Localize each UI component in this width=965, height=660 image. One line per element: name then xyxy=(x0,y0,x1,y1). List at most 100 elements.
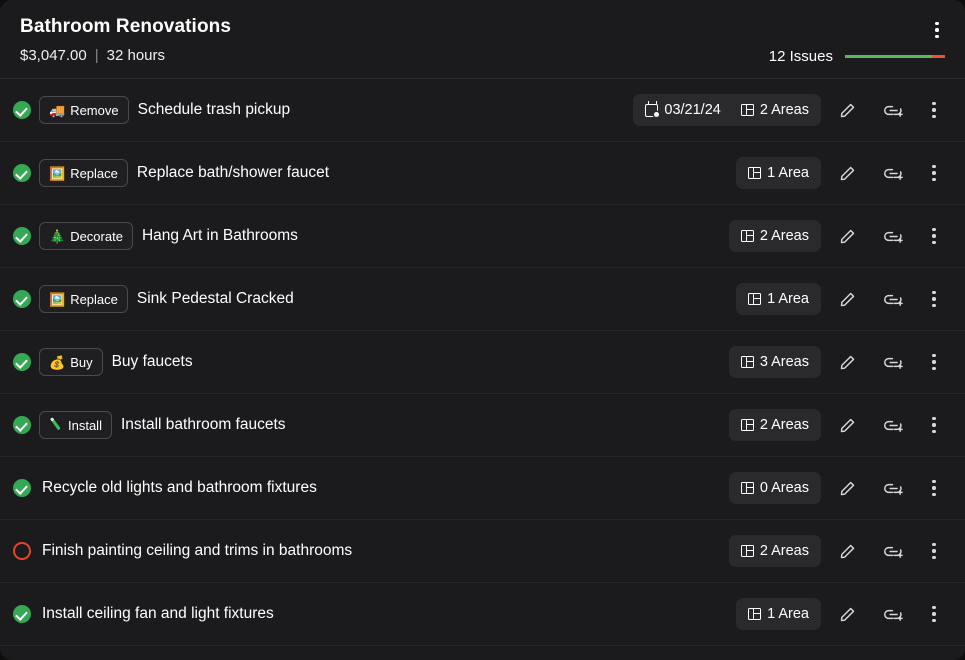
due-date-label: 03/21/24 xyxy=(664,102,721,118)
task-chips: 2 Areas xyxy=(728,535,821,567)
areas-label: 2 Areas xyxy=(759,228,809,244)
progress-open-segment xyxy=(932,54,945,58)
edit-pencil-icon[interactable] xyxy=(830,471,864,505)
task-row[interactable]: 🖼️ Replace Replace bath/shower faucet 1 Are… xyxy=(0,142,965,205)
task-title: Sink Pedestal Cracked xyxy=(136,290,294,307)
task-tag-label: Buy xyxy=(70,354,93,370)
project-summary: $3,047.00 | 32 hours xyxy=(20,46,165,66)
task-title: Schedule trash pickup xyxy=(137,101,291,118)
areas-grid-icon xyxy=(740,481,755,495)
edit-pencil-icon[interactable] xyxy=(830,219,864,253)
areas-grid-icon xyxy=(740,418,755,432)
task-row-actions: 3 Areas xyxy=(728,345,949,379)
task-chips: 0 Areas xyxy=(728,472,821,504)
areas-label: 0 Areas xyxy=(759,480,809,496)
card-menu-icon[interactable] xyxy=(927,18,947,42)
areas-chip[interactable]: 0 Areas xyxy=(731,472,819,504)
add-link-icon[interactable] xyxy=(877,345,911,379)
status-complete-icon[interactable] xyxy=(13,164,31,182)
areas-grid-icon xyxy=(748,292,762,306)
areas-grid-icon xyxy=(740,544,755,558)
add-link-icon[interactable] xyxy=(877,534,911,568)
header-subrow: $3,047.00 | 32 hours 12 Issues xyxy=(20,46,945,66)
edit-pencil-icon[interactable] xyxy=(830,597,864,631)
task-row[interactable]: 🚚 Remove Schedule trash pickup 03/21/24 2 Ar… xyxy=(0,79,965,142)
task-tag[interactable]: 🚚 Remove xyxy=(39,96,129,124)
status-complete-icon[interactable] xyxy=(13,416,31,434)
status-complete-icon[interactable] xyxy=(13,101,31,119)
task-title: Recycle old lights and bathroom fixtures xyxy=(42,479,317,496)
task-tag[interactable]: Install xyxy=(39,411,112,439)
task-row-actions: 1 Area xyxy=(736,156,949,190)
add-link-icon[interactable] xyxy=(877,219,911,253)
task-row-actions: 2 Areas xyxy=(728,534,949,568)
task-menu-icon[interactable] xyxy=(919,282,949,316)
status-complete-icon[interactable] xyxy=(13,353,31,371)
edit-pencil-icon[interactable] xyxy=(830,282,864,316)
task-menu-icon[interactable] xyxy=(919,534,949,568)
areas-chip[interactable]: 2 Areas xyxy=(731,535,819,567)
edit-pencil-icon[interactable] xyxy=(830,345,864,379)
money-bag-emoji: 💰 xyxy=(49,354,66,370)
areas-grid-icon xyxy=(740,229,755,243)
areas-label: 3 Areas xyxy=(759,354,809,370)
areas-chip[interactable]: 1 Area xyxy=(738,283,819,315)
task-tag[interactable]: 🖼️ Replace xyxy=(39,159,128,187)
add-link-icon[interactable] xyxy=(877,597,911,631)
task-row[interactable]: Install Install bathroom faucets 2 Areas xyxy=(0,394,965,457)
task-row[interactable]: Finish painting ceiling and trims in bat… xyxy=(0,520,965,583)
areas-chip[interactable]: 2 Areas xyxy=(731,409,819,441)
status-complete-icon[interactable] xyxy=(13,479,31,497)
add-link-icon[interactable] xyxy=(877,156,911,190)
task-title: Install ceiling fan and light fixtures xyxy=(42,605,274,622)
task-row-actions: 2 Areas xyxy=(728,219,949,253)
card-header: Bathroom Renovations $3,047.00 | 32 hour… xyxy=(0,0,965,79)
edit-pencil-icon[interactable] xyxy=(830,534,864,568)
task-tag-label: Install xyxy=(68,417,102,433)
task-list: 🚚 Remove Schedule trash pickup 03/21/24 2 Ar… xyxy=(0,79,965,660)
task-menu-icon[interactable] xyxy=(919,219,949,253)
delivery-truck-emoji: 🚚 xyxy=(49,102,66,118)
task-menu-icon[interactable] xyxy=(919,156,949,190)
task-menu-icon[interactable] xyxy=(919,471,949,505)
add-link-icon[interactable] xyxy=(877,93,911,127)
task-menu-icon[interactable] xyxy=(919,408,949,442)
task-row[interactable]: Recycle old lights and bathroom fixtures… xyxy=(0,457,965,520)
areas-chip[interactable]: 3 Areas xyxy=(731,346,819,378)
add-link-icon[interactable] xyxy=(877,282,911,316)
edit-pencil-icon[interactable] xyxy=(830,408,864,442)
task-tag[interactable]: 🎄 Decorate xyxy=(39,222,133,250)
task-card: Bathroom Renovations $3,047.00 | 32 hour… xyxy=(0,0,965,660)
areas-grid-icon xyxy=(748,607,762,621)
edit-pencil-icon[interactable] xyxy=(830,156,864,190)
task-tag[interactable]: 💰 Buy xyxy=(39,348,103,376)
task-tag[interactable]: 🖼️ Replace xyxy=(39,285,128,313)
areas-label: 1 Area xyxy=(767,165,809,181)
add-link-icon[interactable] xyxy=(877,408,911,442)
add-link-icon[interactable] xyxy=(877,471,911,505)
framed-picture-emoji: 🖼️ xyxy=(49,165,66,181)
task-menu-icon[interactable] xyxy=(919,597,949,631)
areas-chip[interactable]: 2 Areas xyxy=(731,94,819,126)
status-complete-icon[interactable] xyxy=(13,227,31,245)
task-row[interactable]: 🎄 Decorate Hang Art in Bathrooms 2 Areas xyxy=(0,205,965,268)
progress-done-segment xyxy=(845,54,932,58)
areas-chip[interactable]: 1 Area xyxy=(738,157,819,189)
task-row[interactable]: 💰 Buy Buy faucets 3 Areas xyxy=(0,331,965,394)
areas-chip[interactable]: 2 Areas xyxy=(731,220,819,252)
issues-progress-bar xyxy=(845,54,945,58)
status-complete-icon[interactable] xyxy=(13,605,31,623)
due-date-chip[interactable]: 03/21/24 xyxy=(635,94,730,126)
task-tag-label: Replace xyxy=(70,291,118,307)
task-title: Buy faucets xyxy=(111,353,193,370)
edit-pencil-icon[interactable] xyxy=(830,93,864,127)
status-complete-icon[interactable] xyxy=(13,290,31,308)
areas-chip[interactable]: 1 Area xyxy=(738,598,819,630)
status-incomplete-icon[interactable] xyxy=(13,542,31,560)
task-menu-icon[interactable] xyxy=(919,345,949,379)
task-chips: 1 Area xyxy=(736,157,821,189)
task-row[interactable]: 🖼️ Replace Sink Pedestal Cracked 1 Area xyxy=(0,268,965,331)
issues-summary: 12 Issues xyxy=(769,48,945,65)
task-row[interactable]: Install ceiling fan and light fixtures 1 … xyxy=(0,583,965,646)
task-menu-icon[interactable] xyxy=(919,93,949,127)
